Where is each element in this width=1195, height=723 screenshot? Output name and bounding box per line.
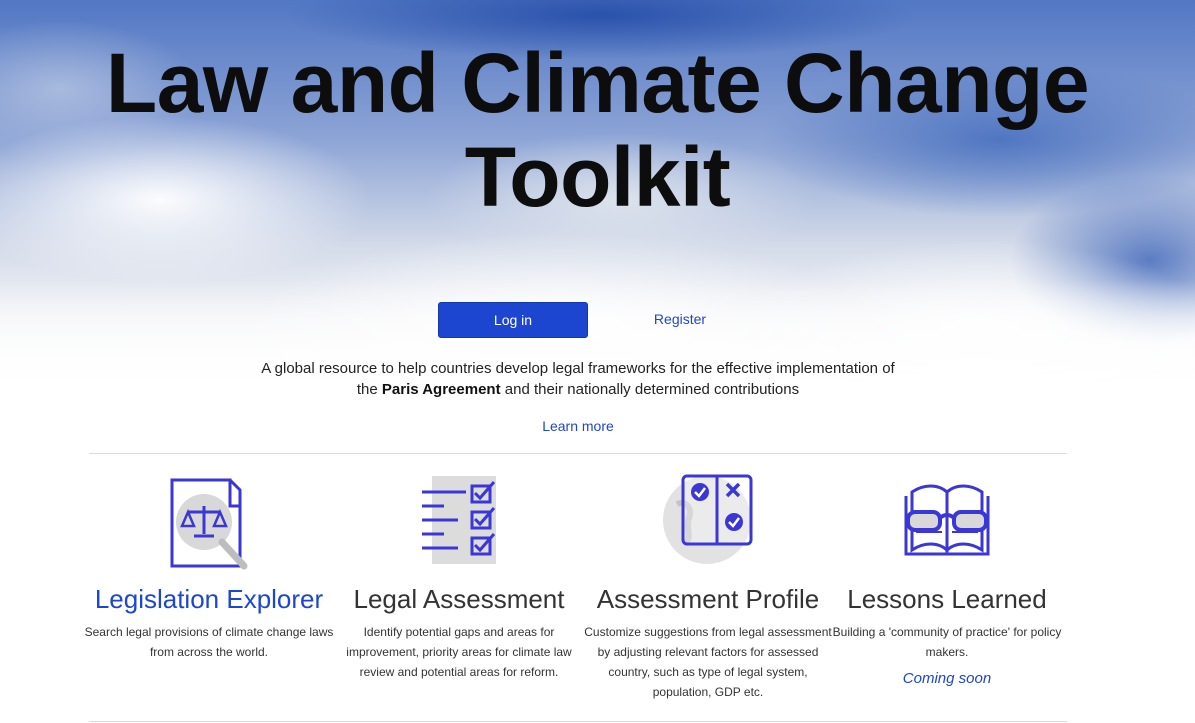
coming-soon-label: Coming soon xyxy=(902,670,992,687)
assessment-profile-title: Assessment Profile xyxy=(596,584,820,614)
learn-more-link[interactable]: Learn more xyxy=(528,418,628,434)
page-title-line2: Toolkit xyxy=(464,130,731,224)
page-title: Law and Climate Change Toolkit xyxy=(0,36,1195,224)
legislation-explorer-title[interactable]: Legislation Explorer xyxy=(74,584,344,615)
lessons-learned-desc: Building a 'community of practice' for p… xyxy=(832,625,1062,659)
legal-assessment-title: Legal Assessment xyxy=(353,584,565,614)
intro-paris-agreement: Paris Agreement xyxy=(381,381,501,398)
intro-text-after: and their nationally determined contribu… xyxy=(500,381,800,398)
legal-assessment-desc: Identify potential gaps and areas for im… xyxy=(346,625,572,679)
divider-bottom xyxy=(89,721,1067,722)
legal-assessment-icon xyxy=(414,470,504,570)
assessment-profile-icon xyxy=(663,470,753,570)
login-button[interactable]: Log in xyxy=(438,302,588,338)
legislation-explorer-icon xyxy=(164,470,254,570)
intro-tagline: A global resource to help countries deve… xyxy=(250,358,906,400)
lessons-learned-icon xyxy=(902,470,992,570)
lessons-learned-title: Lessons Learned xyxy=(847,584,1047,614)
legislation-explorer-desc: Search legal provisions of climate chang… xyxy=(84,625,334,659)
page-title-line1: Law and Climate Change xyxy=(105,36,1090,130)
divider-top xyxy=(89,453,1067,454)
assessment-profile-desc: Customize suggestions from legal assessm… xyxy=(584,625,832,699)
register-link[interactable]: Register xyxy=(640,311,720,327)
